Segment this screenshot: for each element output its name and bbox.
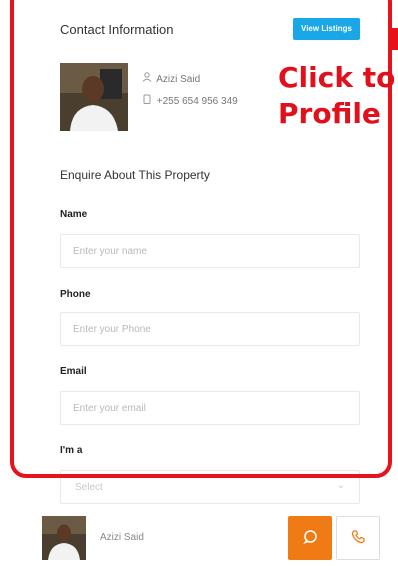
agent-avatar[interactable] [60, 63, 128, 131]
agent-phone-row: +255 654 956 349 [142, 94, 238, 107]
view-listings-button[interactable]: View Listings [293, 18, 360, 40]
phone-input[interactable] [60, 312, 360, 346]
annotation-bracket [392, 28, 398, 50]
agent-name: Azizi Said [156, 74, 201, 85]
name-input[interactable] [60, 234, 360, 268]
agent-photo-image [60, 63, 128, 131]
chat-button[interactable] [288, 516, 332, 560]
phone-label: Phone [60, 289, 91, 300]
annotation-callout: Click to Profile [278, 60, 395, 132]
bottom-agent-avatar[interactable] [42, 516, 86, 560]
bottom-contact-bar: Azizi Said [0, 508, 398, 566]
annotation-line-2: Profile [278, 97, 381, 130]
agent-name-row: Azizi Said [142, 72, 200, 85]
call-button[interactable] [336, 516, 380, 560]
phone-call-icon [350, 529, 366, 548]
enquire-heading: Enquire About This Property [60, 168, 210, 182]
bottom-agent-photo-image [42, 516, 86, 560]
name-label: Name [60, 209, 88, 220]
agent-profile[interactable]: Azizi Said +255 654 956 349 [60, 63, 280, 131]
email-label: Email [60, 366, 87, 377]
phone-icon [142, 94, 154, 107]
bottom-agent-name: Azizi Said [100, 532, 144, 543]
email-input[interactable] [60, 391, 360, 425]
contact-header: Contact Information View Listings [60, 18, 360, 42]
contact-title: Contact Information [60, 22, 174, 37]
role-label: I'm a [60, 445, 83, 456]
agent-phone[interactable]: +255 654 956 349 [157, 96, 238, 107]
role-select[interactable]: Select ⌄ [60, 470, 360, 504]
user-icon [142, 72, 154, 85]
chat-bubble-icon [302, 529, 318, 548]
chevron-down-icon: ⌄ [336, 480, 345, 491]
annotation-line-1: Click to [278, 61, 396, 94]
role-select-value: Select [75, 482, 103, 493]
